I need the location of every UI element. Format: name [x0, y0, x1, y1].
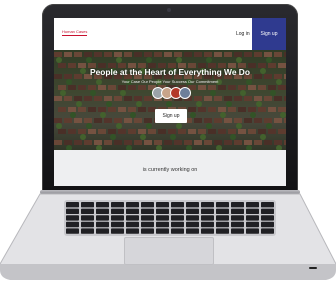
avatar [179, 87, 191, 99]
laptop-screen: Human Cases Log in Sign up People at the… [54, 18, 286, 186]
status-text: is currently working on [142, 167, 198, 173]
hero-signup-button[interactable]: Sign up [155, 109, 187, 123]
status-band: is currently working on [54, 150, 286, 186]
hero-title: People at the Heart of Everything We Do [90, 67, 250, 77]
hero-section: People at the Heart of Everything We Do … [54, 50, 286, 150]
hero-subtitle: Your Case Our People Your Success Our Co… [121, 79, 219, 84]
trackpad [124, 237, 214, 265]
avatar-group [152, 87, 192, 101]
signup-button[interactable]: Sign up [252, 18, 286, 50]
keyboard-keys [66, 202, 274, 234]
site-navbar: Human Cases Log in Sign up [54, 18, 286, 50]
webcam-icon [167, 8, 171, 12]
power-indicator-icon [309, 267, 317, 269]
site-logo[interactable]: Human Cases [62, 29, 88, 36]
laptop-mockup: Human Cases Log in Sign up People at the… [0, 0, 336, 283]
laptop-lid: Human Cases Log in Sign up People at the… [42, 4, 298, 192]
keyboard [64, 200, 276, 236]
login-link[interactable]: Log in [236, 31, 250, 37]
